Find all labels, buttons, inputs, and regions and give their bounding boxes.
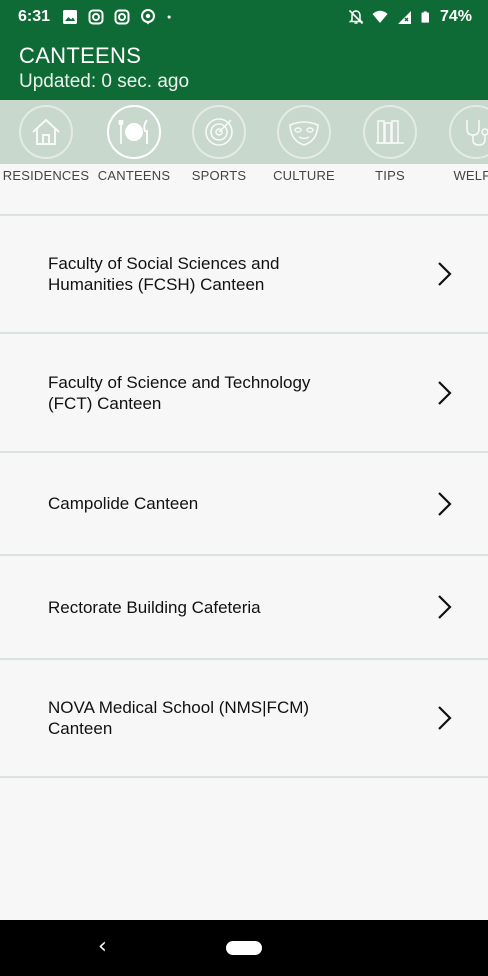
list-item[interactable]: Faculty of Science and Technology (FCT) … bbox=[0, 334, 488, 451]
signal-icon bbox=[397, 11, 411, 24]
tab-label: CULTURE bbox=[273, 168, 335, 183]
status-time: 6:31 bbox=[18, 8, 51, 25]
chevron-right-icon bbox=[438, 706, 452, 730]
image-icon bbox=[63, 10, 77, 24]
updated-timestamp: Updated: 0 sec. ago bbox=[19, 71, 190, 92]
back-button[interactable]: ‹ bbox=[98, 934, 107, 959]
divider bbox=[0, 776, 488, 778]
list-item[interactable]: Faculty of Social Sciences and Humanitie… bbox=[0, 216, 488, 332]
tab-sports[interactable]: SPORTS bbox=[175, 100, 263, 188]
instagram-icon bbox=[114, 9, 130, 25]
canteen-name: NOVA Medical School (NMS|FCM) Canteen bbox=[48, 698, 310, 738]
dot-icon bbox=[167, 15, 171, 19]
chevron-right-icon bbox=[438, 380, 452, 405]
battery-percent: 74% bbox=[439, 8, 472, 25]
canteen-name: Faculty of Social Sciences and Humanitie… bbox=[48, 254, 280, 294]
app-bar: CANTEENS Updated: 0 sec. ago bbox=[0, 36, 488, 100]
list-item[interactable]: Rectorate Building Cafeteria bbox=[0, 556, 488, 658]
mute-bell-icon bbox=[348, 9, 364, 25]
page-title: CANTEENS bbox=[19, 43, 142, 68]
theater-mask-icon bbox=[277, 105, 331, 159]
tab-canteens[interactable]: CANTEENS bbox=[90, 100, 178, 188]
house-icon bbox=[19, 105, 73, 159]
tab-label: WELFA bbox=[453, 168, 488, 183]
chevron-right-icon bbox=[438, 491, 452, 516]
target-icon bbox=[192, 105, 246, 159]
status-bar: 6:31 74% bbox=[0, 0, 488, 36]
chevron-right-icon bbox=[438, 595, 452, 619]
tab-label: CANTEENS bbox=[97, 168, 171, 183]
home-button[interactable] bbox=[226, 941, 262, 955]
list-item[interactable]: NOVA Medical School (NMS|FCM) Canteen bbox=[0, 660, 488, 776]
tab-label: SPORTS bbox=[191, 168, 247, 183]
canteen-list: Faculty of Social Sciences and Humanitie… bbox=[0, 214, 488, 778]
notification-icons bbox=[62, 9, 176, 25]
canteen-name: Campolide Canteen bbox=[48, 494, 199, 513]
tab-label: RESIDENCES bbox=[2, 168, 90, 183]
canteen-name: Faculty of Science and Technology (FCT) … bbox=[48, 372, 311, 413]
category-tabs: RESIDENCES CANTEENS SPORTS CULTURE TIPS … bbox=[0, 100, 488, 188]
plate-cutlery-icon bbox=[107, 105, 161, 159]
system-nav-bar: ‹ bbox=[0, 920, 488, 976]
location-pin-icon bbox=[141, 9, 155, 25]
tab-residences[interactable]: RESIDENCES bbox=[2, 100, 90, 188]
wifi-icon bbox=[372, 10, 388, 23]
battery-icon bbox=[421, 11, 429, 23]
tab-label: TIPS bbox=[375, 168, 405, 183]
tab-tips[interactable]: TIPS bbox=[346, 100, 434, 188]
list-item[interactable]: Campolide Canteen bbox=[0, 453, 488, 554]
chevron-right-icon bbox=[438, 262, 452, 286]
stethoscope-icon bbox=[449, 105, 488, 159]
system-icons: 74% bbox=[348, 8, 472, 26]
tab-culture[interactable]: CULTURE bbox=[260, 100, 348, 188]
canteen-name: Rectorate Building Cafeteria bbox=[48, 597, 261, 617]
tab-welfare[interactable]: WELFA bbox=[432, 100, 488, 188]
instagram-icon bbox=[88, 9, 104, 25]
books-icon bbox=[363, 105, 417, 159]
